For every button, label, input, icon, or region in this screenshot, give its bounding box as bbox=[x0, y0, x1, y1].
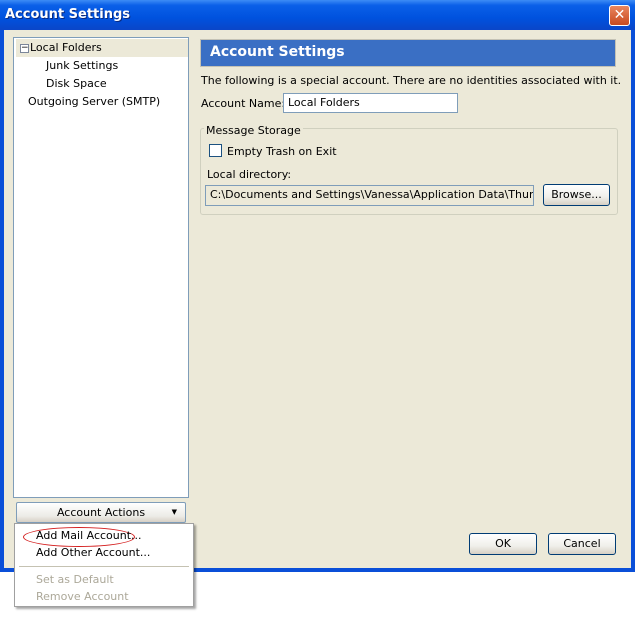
tree-item-label: Junk Settings bbox=[46, 59, 119, 72]
account-actions-label: Account Actions bbox=[56, 506, 146, 519]
panel-title: Account Settings bbox=[210, 44, 345, 60]
account-actions-button[interactable]: Account Actions ▼ bbox=[16, 502, 186, 523]
dialog-client-area: − Local Folders Junk Settings Disk Space… bbox=[4, 30, 631, 568]
empty-trash-checkbox[interactable] bbox=[209, 144, 222, 157]
close-icon: ✕ bbox=[613, 7, 626, 23]
browse-button[interactable]: Browse... bbox=[543, 184, 610, 206]
tree-item-label: Disk Space bbox=[46, 77, 107, 90]
ok-button[interactable]: OK bbox=[469, 533, 537, 555]
close-button[interactable]: ✕ bbox=[609, 5, 630, 26]
account-name-field[interactable]: Local Folders bbox=[283, 93, 458, 113]
menu-item-add-mail-account[interactable]: Add Mail Account... bbox=[36, 529, 142, 542]
cancel-button[interactable]: Cancel bbox=[548, 533, 616, 555]
empty-trash-label[interactable]: Empty Trash on Exit bbox=[227, 145, 337, 158]
menu-item-set-as-default: Set as Default bbox=[36, 573, 114, 586]
panel-header: Account Settings bbox=[200, 39, 616, 67]
account-actions-menu: Add Mail Account... Add Other Account...… bbox=[14, 523, 194, 607]
local-directory-label: Local directory: bbox=[207, 168, 292, 181]
tree-item-label: Outgoing Server (SMTP) bbox=[28, 95, 161, 108]
account-tree[interactable]: − Local Folders Junk Settings Disk Space… bbox=[13, 37, 189, 498]
dropdown-arrow-icon: ▼ bbox=[171, 508, 177, 516]
menu-item-add-other-account[interactable]: Add Other Account... bbox=[36, 546, 150, 559]
tree-item-disk-space[interactable]: Disk Space bbox=[46, 77, 107, 90]
local-directory-field[interactable]: C:\Documents and Settings\Vanessa\Applic… bbox=[205, 185, 534, 206]
tree-item-label: Local Folders bbox=[30, 41, 102, 54]
special-account-notice: The following is a special account. Ther… bbox=[201, 74, 622, 87]
window-title: Account Settings bbox=[5, 7, 131, 22]
menu-separator bbox=[19, 566, 189, 567]
title-bar[interactable]: Account Settings ✕ bbox=[0, 0, 635, 30]
menu-item-remove-account: Remove Account bbox=[36, 590, 129, 603]
tree-item-outgoing-server[interactable]: Outgoing Server (SMTP) bbox=[28, 95, 160, 108]
account-settings-window: Account Settings ✕ − Local Folders Junk … bbox=[0, 0, 635, 572]
tree-item-local-folders[interactable]: − Local Folders bbox=[16, 39, 188, 57]
collapse-icon[interactable]: − bbox=[20, 44, 29, 53]
account-name-label: Account Name: bbox=[201, 97, 286, 110]
message-storage-legend: Message Storage bbox=[204, 124, 303, 137]
tree-item-junk-settings[interactable]: Junk Settings bbox=[46, 59, 118, 72]
